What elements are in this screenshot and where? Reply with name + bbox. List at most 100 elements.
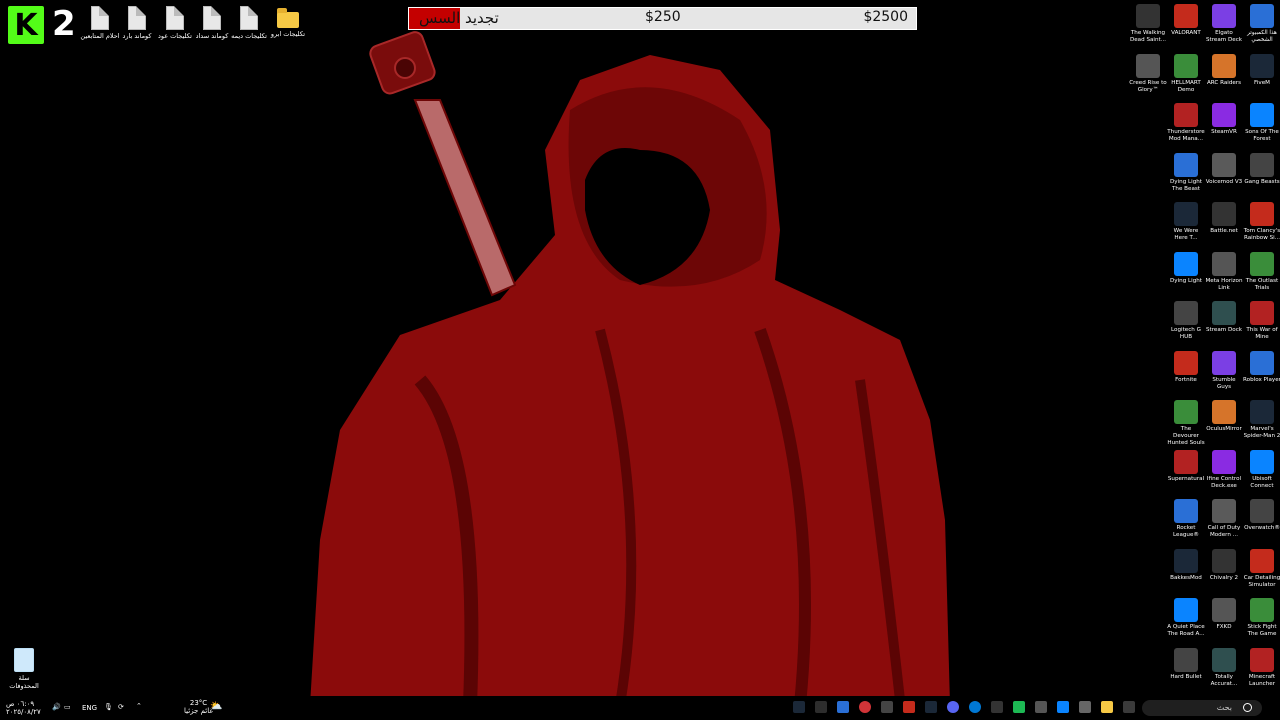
chevron-up-icon[interactable]: ⌃ [136,702,142,710]
desktop-file-command-sadad[interactable]: كوماند سداد [192,6,232,40]
desktop-shortcut[interactable]: Ifine Control Deck.exe [1205,449,1243,490]
app-icon [1212,548,1236,573]
desktop-shortcut[interactable]: OculusMirror [1205,400,1243,433]
app-icon [1212,103,1236,127]
app-icon-gray[interactable] [1035,701,1047,713]
desktop-shortcut[interactable]: Stick Fight The Game [1243,598,1280,638]
app-icon-blue[interactable] [837,701,849,713]
desktop-shortcut-label: Logitech G HUB [1171,327,1201,340]
desktop-shortcut-label: We Were Here T... [1173,228,1199,241]
desktop-shortcut[interactable]: Thunderstore Mod Mana... [1167,103,1205,143]
file-icon [203,6,221,30]
app-icon [1136,53,1160,78]
desktop-shortcut[interactable]: Meta Horizon Link [1205,251,1243,292]
desktop-shortcut[interactable]: A Quiet Place The Road A... [1167,598,1205,638]
network-icon[interactable]: ▭ [64,703,71,711]
desktop-shortcut[interactable]: Roblox Player [1243,350,1280,384]
weather-widget[interactable]: 23°C غائم جزئيا [184,699,213,715]
desktop-file-command-bard[interactable]: كوماند بارد [117,6,157,40]
desktop-shortcut[interactable]: BakkesMod [1167,548,1205,582]
desktop-shortcut[interactable]: Tom Clancy's Rainbow Si... [1243,202,1280,242]
desktop-shortcut[interactable]: Gang Beasts [1243,152,1280,186]
desktop-shortcut[interactable]: The Walking Dead Saint... [1129,4,1167,44]
desktop-shortcut[interactable]: Minecraft Launcher [1243,647,1280,688]
tray-clock[interactable]: ٠٦:٠٩ ص ٢٠٢٥/٠٨/٢٧ [6,700,41,716]
desktop-shortcut[interactable]: Rocket League® [1167,499,1205,539]
desktop-shortcut-label: Voicemod V3 [1205,178,1243,185]
chrome-icon[interactable] [1057,701,1069,713]
desktop-shortcut[interactable]: HELLMART Demo [1167,53,1205,94]
desktop-shortcut[interactable]: SteamVR [1205,103,1243,136]
desktop-shortcut-label: Battle.net [1210,228,1238,234]
epic-games-icon[interactable] [815,701,827,713]
desktop-shortcut-label: Dying Light The Beast [1169,178,1202,192]
app-icon [1174,202,1198,226]
desktop-shortcut[interactable]: Car Detailing Simulator [1243,548,1280,589]
desktop-shortcut[interactable]: We Were Here T... [1167,202,1205,242]
desktop-shortcut-label: Call of Duty Modern ... [1207,525,1241,538]
desktop-icon-label: كوماند سداد [195,32,229,40]
desktop-shortcut[interactable]: Fortnite [1167,350,1205,384]
desktop-shortcut-label: Totally Accurat... [1210,673,1238,687]
desktop-shortcut[interactable]: Hard Bullet [1167,647,1205,681]
app-icon [1174,499,1198,523]
desktop-file-tkleejat-oud[interactable]: تكليجات عود [155,6,195,40]
recycle-bin[interactable]: سلة المحذوفات [6,648,42,690]
speaker-icon[interactable]: 🔊 [52,703,61,711]
desktop-shortcut[interactable]: FiveM [1243,53,1280,87]
app-icon-green[interactable] [1013,701,1025,713]
desktop-file-ahlam-almutabieen[interactable]: احلام المتابعين [80,6,120,40]
desktop-shortcut[interactable]: FXKD [1205,598,1243,631]
app-icon-red[interactable] [903,701,915,713]
desktop-shortcut[interactable]: Supernatural [1167,449,1205,483]
discord-icon[interactable] [947,701,959,713]
steam-icon-2[interactable] [925,701,937,713]
desktop-shortcut[interactable]: VALORANT [1167,4,1205,37]
obs-icon[interactable] [991,701,1003,713]
desktop-shortcut[interactable]: Ubisoft Connect [1243,449,1280,490]
desktop-shortcut[interactable]: Logitech G HUB [1167,301,1205,341]
app-icon [1212,647,1236,672]
desktop-shortcut[interactable]: The Devourer Hunted Souls [1167,400,1205,447]
desktop-shortcut-label: Marvel's Spider-Man 2 [1243,426,1280,439]
desktop-shortcut[interactable]: Call of Duty Modern ... [1205,499,1243,539]
app-icon [1174,152,1198,177]
desktop-shortcut[interactable]: Elgato Stream Deck [1205,4,1243,44]
record-icon[interactable] [859,701,871,713]
desktop-shortcut[interactable]: Stream Dock [1205,301,1243,334]
desktop-shortcut[interactable]: Totally Accurat... [1205,647,1243,688]
app-icon [1250,449,1274,474]
taskbar-search[interactable]: بحث [1142,700,1262,716]
task-view-icon[interactable] [1123,701,1135,713]
desktop-icon-label: كوماند بارد [122,32,152,40]
kick-logo[interactable]: K [8,6,44,44]
app-icon [1250,499,1274,523]
search-icon [1243,703,1252,712]
desktop-shortcut[interactable]: Creed Rise to Glory™ [1129,53,1167,94]
desktop-shortcut[interactable]: هذا الكمبيوتر الشخصي [1243,4,1280,44]
desktop-shortcut[interactable]: Stumble Guys [1205,350,1243,391]
desktop-shortcut[interactable]: ARC Raiders [1205,53,1243,87]
desktop-file-tkleejat-deema[interactable]: تكليجات ديمه [229,6,269,40]
pin-icon[interactable] [881,701,893,713]
language-indicator[interactable]: ENG [82,704,97,712]
desktop-shortcut[interactable]: Dying Light [1167,251,1205,285]
desktop-shortcut[interactable]: Sons Of The Forest [1243,103,1280,143]
desktop-folder-tkleejat-abroo[interactable]: تكليجات ابرو [268,6,308,38]
desktop-shortcut[interactable]: Dying Light The Beast [1167,152,1205,193]
file-explorer-icon[interactable] [1101,701,1113,713]
edge-icon[interactable] [969,701,981,713]
desktop-shortcut[interactable]: This War of Mine [1243,301,1280,341]
steam-icon[interactable] [793,701,805,713]
desktop-shortcut[interactable]: Marvel's Spider-Man 2 [1243,400,1280,440]
app-icon [1212,350,1236,375]
store-icon[interactable] [1079,701,1091,713]
sync-icon[interactable]: ⟳ [118,703,124,711]
desktop-shortcut-label: Chivalry 2 [1209,574,1239,581]
desktop-shortcut[interactable]: Battle.net [1205,202,1243,235]
desktop-shortcut[interactable]: Voicemod V3 [1205,152,1243,186]
desktop-shortcut[interactable]: Chivalry 2 [1205,548,1243,582]
desktop-shortcut[interactable]: The Outlast Trials [1243,251,1280,292]
microphone-icon[interactable]: 🎙 [104,703,113,711]
desktop-shortcut[interactable]: Overwatch® [1243,499,1280,532]
